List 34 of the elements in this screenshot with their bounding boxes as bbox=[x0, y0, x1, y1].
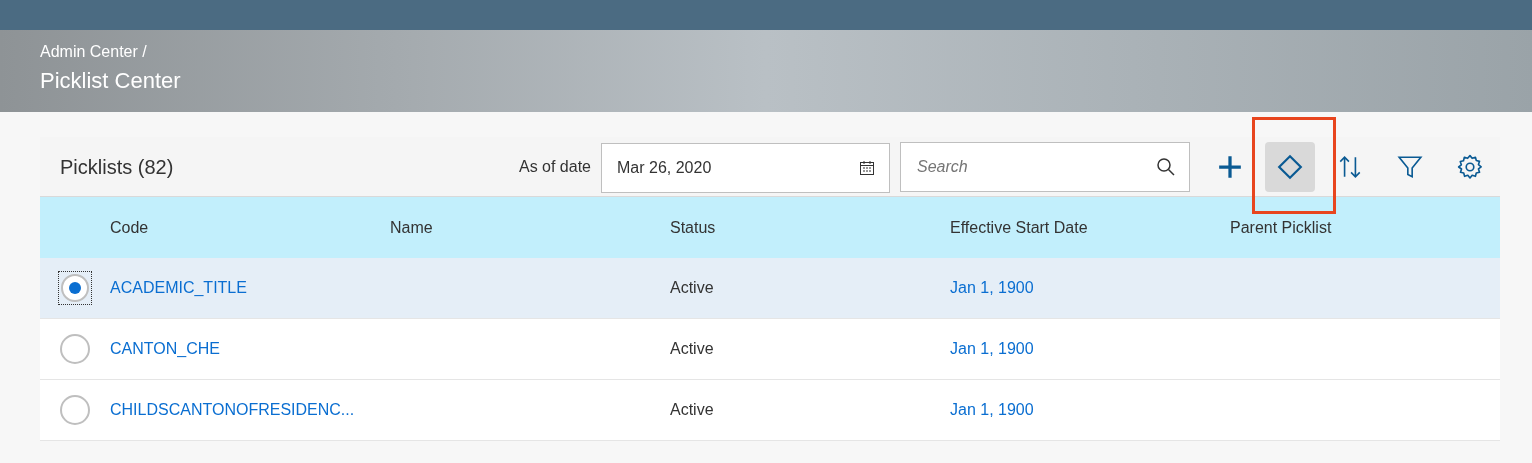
table-cell: Active bbox=[670, 340, 714, 357]
date-value: Mar 26, 2020 bbox=[617, 158, 712, 178]
page-title: Picklist Center bbox=[40, 67, 181, 95]
radio-button[interactable] bbox=[60, 334, 90, 364]
search-field[interactable]: Search bbox=[900, 141, 1190, 192]
table-row[interactable]: ACADEMIC_TITLE Active Jan 1, 1900 bbox=[40, 258, 1500, 319]
table-link[interactable]: Jan 1, 1900 bbox=[950, 340, 1034, 357]
table-link[interactable]: Jan 1, 1900 bbox=[950, 401, 1034, 418]
column-header[interactable]: Effective Start Date bbox=[950, 218, 1088, 236]
settings-icon bbox=[1457, 153, 1483, 180]
table-link[interactable]: ACADEMIC_TITLE bbox=[110, 279, 247, 296]
radio-button[interactable] bbox=[60, 395, 90, 425]
table-cell: Active bbox=[670, 279, 714, 296]
calendar-icon bbox=[859, 160, 875, 176]
diamond-icon bbox=[1277, 153, 1303, 180]
column-header[interactable]: Name bbox=[390, 218, 433, 236]
table-row[interactable]: CHILDSCANTONOFRESIDENC... Active Jan 1, 1900 bbox=[40, 380, 1500, 441]
table-title: Picklists (82) bbox=[60, 154, 174, 179]
diamond-button[interactable] bbox=[1265, 141, 1315, 192]
search-icon bbox=[1156, 156, 1176, 177]
table-cell: Active bbox=[670, 401, 714, 418]
date-field[interactable]: Mar 26, 2020 bbox=[601, 143, 890, 193]
table-link[interactable]: CHILDSCANTONOFRESIDENC... bbox=[110, 401, 355, 418]
table-row[interactable]: CANTON_CHE Active Jan 1, 1900 bbox=[40, 319, 1500, 380]
table-link[interactable]: CANTON_CHE bbox=[110, 340, 220, 357]
column-header[interactable]: Status bbox=[670, 218, 716, 236]
radio-button[interactable] bbox=[58, 271, 92, 305]
sort-icon bbox=[1337, 153, 1363, 180]
date-label: As of date bbox=[518, 156, 591, 177]
filter-icon bbox=[1397, 153, 1423, 180]
column-header[interactable]: Parent Picklist bbox=[1230, 218, 1332, 236]
add-icon bbox=[1217, 153, 1243, 180]
table-link[interactable]: Jan 1, 1900 bbox=[950, 279, 1034, 296]
column-header[interactable]: Code bbox=[110, 218, 149, 236]
